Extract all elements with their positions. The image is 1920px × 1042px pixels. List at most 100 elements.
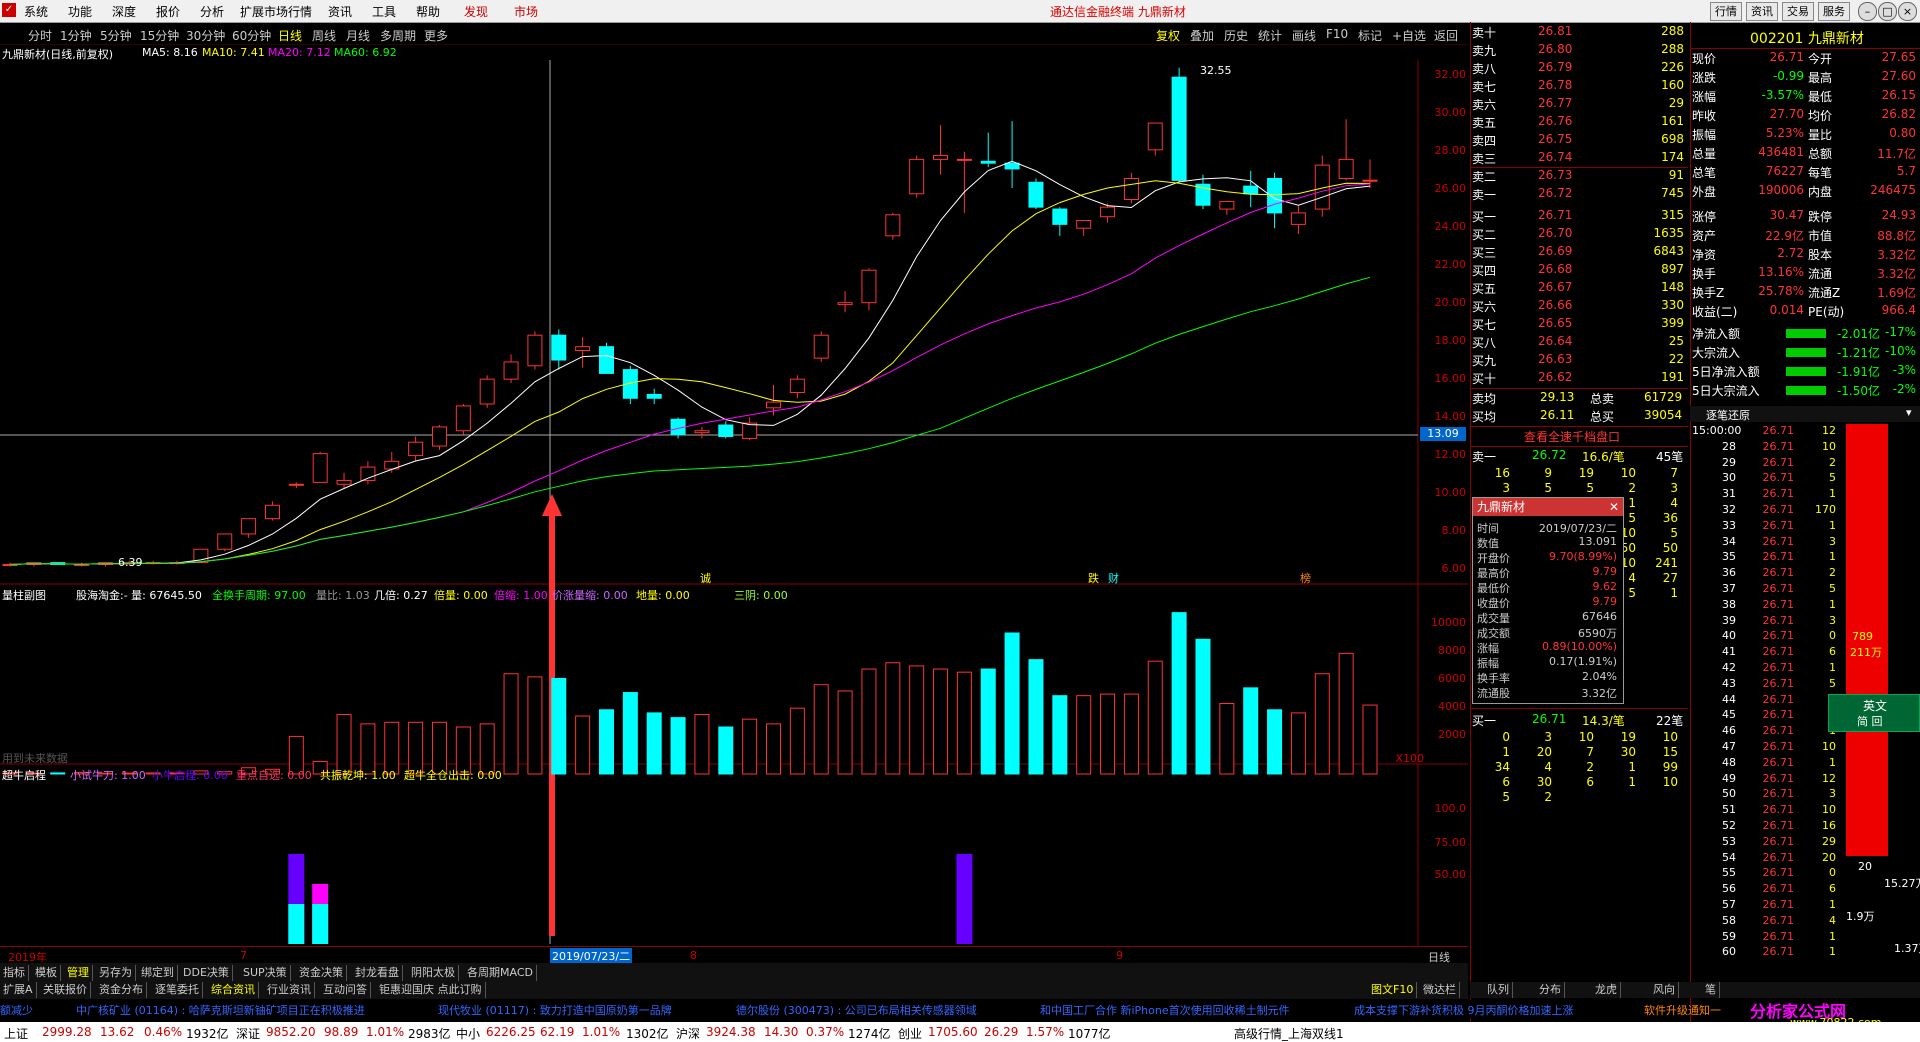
menu-depth[interactable]: 深度 — [112, 3, 136, 20]
tab-lhb[interactable]: 龙虎 — [1592, 982, 1621, 998]
event-marker[interactable]: 跌 — [1088, 570, 1099, 586]
period-tab[interactable]: 5分钟 — [100, 27, 132, 44]
ask-row[interactable]: 卖三 26.74 174 — [1472, 150, 1686, 168]
period-tab[interactable]: 多周期 — [380, 27, 416, 44]
bid-row[interactable]: 买八 26.64 25 — [1472, 334, 1686, 352]
tool-overlay[interactable]: 叠加 — [1190, 27, 1214, 44]
tab-indicator[interactable]: 指标 — [0, 965, 29, 981]
maximize-icon[interactable]: □ — [1878, 2, 1897, 21]
menu-discover[interactable]: 发现 — [464, 3, 488, 20]
bid-row[interactable]: 买五 26.67 148 — [1472, 280, 1686, 298]
ime-options[interactable]: 简 回 — [1857, 713, 1883, 729]
ask-row[interactable]: 卖一 26.72 745 — [1472, 186, 1686, 204]
period-tab[interactable]: 分时 — [28, 27, 52, 44]
bid-row[interactable]: 买七 26.65 399 — [1472, 316, 1686, 334]
tab-tick[interactable]: 笔 — [1702, 982, 1720, 998]
period-tab[interactable]: 15分钟 — [140, 27, 179, 44]
ask-row[interactable]: 卖五 26.76 161 — [1472, 114, 1686, 132]
period-tab[interactable]: 月线 — [346, 27, 370, 44]
period-tab[interactable]: 1分钟 — [60, 27, 92, 44]
tab-qa[interactable]: 互动问答 — [320, 982, 371, 998]
ime-mode[interactable]: 英文 — [1863, 697, 1887, 714]
minimize-icon[interactable]: – — [1858, 2, 1877, 21]
ask-row[interactable]: 卖七 26.78 160 — [1472, 78, 1686, 96]
ask-row[interactable]: 卖六 26.77 29 — [1472, 96, 1686, 114]
tool-history[interactable]: 历史 — [1224, 27, 1248, 44]
news-item[interactable]: 成本支撑下游补货积极 9月丙酮价格加速上涨 — [1354, 1002, 1574, 1018]
menu-quote[interactable]: 报价 — [156, 3, 180, 20]
menu-ext-market[interactable]: 扩展市场行情 — [240, 3, 312, 20]
top-btn-service[interactable]: 服务 — [1818, 2, 1850, 21]
menu-help[interactable]: 帮助 — [416, 3, 440, 20]
menu-system[interactable]: 系统 — [24, 3, 48, 20]
menu-tools[interactable]: 工具 — [372, 3, 396, 20]
tab-bind[interactable]: 绑定到 — [138, 965, 178, 981]
menu-news[interactable]: 资讯 — [328, 3, 352, 20]
full-queue-link[interactable]: 查看全速千档盘口 — [1524, 428, 1620, 445]
period-tab-more[interactable]: 更多 — [424, 27, 448, 44]
event-marker[interactable]: 榜 — [1300, 570, 1311, 586]
link-f10[interactable]: 图文F10 — [1368, 982, 1418, 998]
period-tab-active[interactable]: 日线 — [278, 27, 302, 44]
volume-panel-title[interactable]: 量柱副图 — [2, 587, 46, 603]
ask-row[interactable]: 卖九 26.80 288 — [1472, 42, 1686, 60]
tool-f10[interactable]: F10 — [1326, 27, 1348, 41]
index-name[interactable]: 创业 — [898, 1025, 922, 1042]
news-item[interactable]: 中广核矿业 (01164) : 哈萨克斯坦新铀矿项目正在积极推进 — [76, 1002, 365, 1018]
close-icon[interactable]: × — [1898, 2, 1917, 21]
news-item[interactable]: 额减少 — [0, 1002, 33, 1018]
menu-function[interactable]: 功能 — [68, 3, 92, 20]
bid-row[interactable]: 买九 26.63 22 — [1472, 352, 1686, 370]
bid-row[interactable]: 买一 26.71 315 — [1472, 208, 1686, 226]
tab-related[interactable]: 关联报价 — [40, 982, 91, 998]
tab-taiji[interactable]: 阴阳太极 — [408, 965, 459, 981]
ask-row[interactable]: 卖二 26.73 91 — [1472, 168, 1686, 186]
crosshair-info-popup[interactable]: 九鼎新材 ✕ 时间 2019/07/23/二 数值 13.091 开盘价 9.70(8.9… — [1472, 497, 1624, 704]
period-tab[interactable]: 30分钟 — [186, 27, 225, 44]
ask-row[interactable]: 卖十 26.81 288 — [1472, 24, 1686, 42]
tab-ext[interactable]: 扩展A — [0, 982, 37, 998]
tab-promo[interactable]: 钜惠迎国庆 点此订购 — [376, 982, 486, 998]
tick-panel-header[interactable]: 逐笔还原 ▾ — [1690, 406, 1920, 422]
news-item[interactable]: 现代牧业 (01117) : 致力打造中国原奶第一品牌 — [438, 1002, 672, 1018]
tool-draw[interactable]: 画线 — [1292, 27, 1316, 44]
popup-close-icon[interactable]: ✕ — [1609, 498, 1619, 516]
tab-template[interactable]: 模板 — [32, 965, 61, 981]
bid-row[interactable]: 买六 26.66 330 — [1472, 298, 1686, 316]
top-btn-quote[interactable]: 行情 — [1710, 2, 1742, 21]
index-name[interactable]: 深证 — [236, 1025, 260, 1042]
tool-mark[interactable]: 标记 — [1358, 27, 1382, 44]
bid-row[interactable]: 买二 26.70 1635 — [1472, 226, 1686, 244]
tab-macd[interactable]: 各周期MACD — [464, 965, 537, 981]
news-item[interactable]: 德尔股份 (300473) : 公司已布局相关传感器领域 — [736, 1002, 977, 1018]
bid-row[interactable]: 买四 26.68 897 — [1472, 262, 1686, 280]
tab-dde[interactable]: DDE决策 — [180, 965, 233, 981]
tab-industry[interactable]: 行业资讯 — [264, 982, 315, 998]
menu-analysis[interactable]: 分析 — [200, 3, 224, 20]
tab-sup[interactable]: SUP决策 — [240, 965, 291, 981]
tab-fenglong[interactable]: 封龙看盘 — [352, 965, 403, 981]
link-wdl[interactable]: 微达栏 — [1420, 982, 1460, 998]
tick-panel-menu-icon[interactable]: ▾ — [1906, 406, 1912, 419]
top-btn-trade[interactable]: 交易 — [1782, 2, 1814, 21]
index-name[interactable]: 沪深 — [676, 1025, 700, 1042]
bid-row[interactable]: 买十 26.62 191 — [1472, 370, 1686, 388]
tool-stats[interactable]: 统计 — [1258, 27, 1282, 44]
tab-fund[interactable]: 资金决策 — [296, 965, 347, 981]
news-item[interactable]: 和中国工厂合作 新iPhone首次使用回收稀土制元件 — [1040, 1002, 1290, 1018]
app-logo-icon[interactable]: ✓ — [2, 3, 16, 17]
software-note[interactable]: 软件升级通知一 — [1644, 1002, 1721, 1018]
tab-save-as[interactable]: 另存为 — [96, 965, 136, 981]
connection-status[interactable]: 高级行情_上海双线1 — [1234, 1025, 1344, 1042]
ask-row[interactable]: 卖八 26.79 226 — [1472, 60, 1686, 78]
top-btn-news[interactable]: 资讯 — [1746, 2, 1778, 21]
tab-orders[interactable]: 逐笔委托 — [152, 982, 203, 998]
period-tab[interactable]: 60分钟 — [232, 27, 271, 44]
index-name[interactable]: 上证 — [4, 1025, 28, 1042]
tool-add-favorite[interactable]: +自选 — [1392, 27, 1426, 44]
index-name[interactable]: 中小 — [456, 1025, 480, 1042]
tab-wind[interactable]: 风向 — [1650, 982, 1679, 998]
tab-fund-dist[interactable]: 资金分布 — [96, 982, 147, 998]
indicator-title[interactable]: 超牛启程 — [2, 767, 46, 783]
menu-market[interactable]: 市场 — [514, 3, 538, 20]
